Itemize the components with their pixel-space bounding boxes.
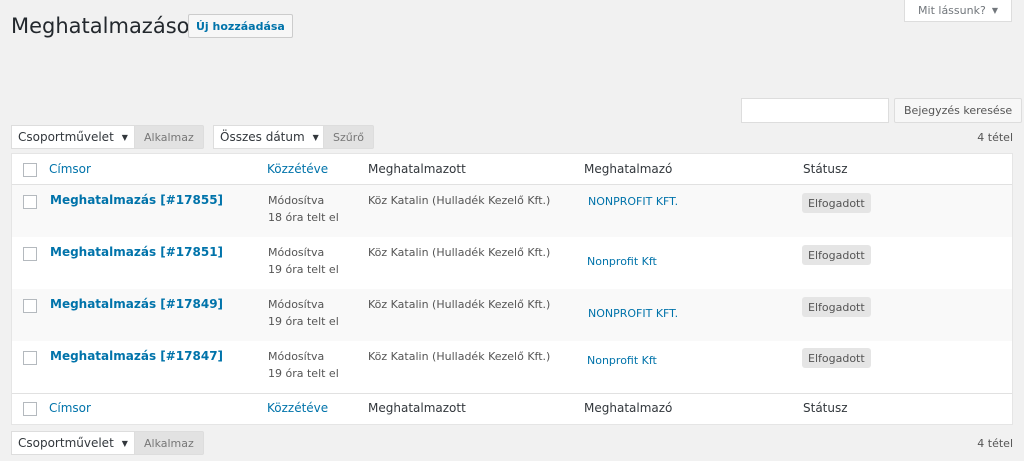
apply-button-bottom[interactable]: Alkalmaz [134, 431, 204, 455]
column-date-header[interactable]: Közzétéve [267, 161, 328, 178]
column-principal-footer: Meghatalmazó [584, 401, 673, 415]
status-badge: Elfogadott [802, 245, 871, 265]
row-date-ago: 18 óra telt el [268, 211, 339, 224]
row-agent: Köz Katalin (Hulladék Kezelő Kft.) [368, 350, 551, 363]
caret-down-icon: ▼ [312, 132, 319, 142]
column-principal-header: Meghatalmazó [584, 162, 673, 176]
status-badge: Elfogadott [802, 193, 871, 213]
column-title-footer[interactable]: Címsor [49, 400, 91, 417]
row-date-ago: 19 óra telt el [268, 315, 339, 328]
row-title-link[interactable]: Meghatalmazás [#17855] [50, 192, 223, 209]
select-all-checkbox[interactable] [23, 163, 37, 177]
date-filter-value: Összes dátum [220, 130, 305, 144]
row-agent: Köz Katalin (Hulladék Kezelő Kft.) [368, 246, 551, 259]
row-checkbox[interactable] [23, 195, 37, 209]
column-date-footer[interactable]: Közzétéve [267, 400, 328, 417]
item-count-bottom: 4 tétel [977, 437, 1013, 450]
caret-down-icon: ▼ [121, 132, 128, 142]
caret-down-icon: ▼ [991, 6, 998, 15]
row-agent: Köz Katalin (Hulladék Kezelő Kft.) [368, 298, 551, 311]
row-date-status: Módosítva [268, 350, 325, 363]
row-checkbox[interactable] [23, 247, 37, 261]
row-principal-link[interactable]: NONPROFIT KFT. [588, 193, 678, 210]
column-title-header[interactable]: Címsor [49, 161, 91, 178]
search-button[interactable]: Bejegyzés keresése [894, 98, 1023, 123]
row-date-ago: 19 óra telt el [268, 367, 339, 380]
add-new-button[interactable]: Új hozzáadása [188, 14, 293, 38]
status-badge: Elfogadott [802, 297, 871, 317]
search-input[interactable] [741, 98, 889, 123]
row-date-ago: 19 óra telt el [268, 263, 339, 276]
date-filter-select[interactable]: Összes dátum ▼ [213, 125, 326, 149]
bulk-action-value: Csoportművelet [18, 436, 114, 450]
bulk-action-value: Csoportművelet [18, 130, 114, 144]
row-title-link[interactable]: Meghatalmazás [#17847] [50, 348, 223, 365]
row-principal-link[interactable]: Nonprofit Kft [587, 253, 657, 270]
table-row: Meghatalmazás [#17855] Módosítva 18 óra … [12, 185, 1012, 237]
item-count-top: 4 tétel [977, 131, 1013, 144]
column-status-footer: Státusz [803, 401, 848, 415]
row-title-link[interactable]: Meghatalmazás [#17849] [50, 296, 223, 313]
row-date-status: Módosítva [268, 246, 325, 259]
bulk-action-select-top[interactable]: Csoportművelet ▼ [11, 125, 135, 149]
screen-options-label: Mit lássunk? [918, 4, 986, 17]
column-status-header: Státusz [803, 162, 848, 176]
table-header-row: Címsor Közzétéve Meghatalmazott Meghatal… [12, 154, 1012, 185]
row-principal-link[interactable]: NONPROFIT KFT. [588, 305, 678, 322]
table-footer-row: Címsor Közzétéve Meghatalmazott Meghatal… [12, 393, 1012, 424]
table-row: Meghatalmazás [#17847] Módosítva 19 óra … [12, 341, 1012, 393]
table-row: Meghatalmazás [#17851] Módosítva 19 óra … [12, 237, 1012, 289]
row-date-status: Módosítva [268, 298, 325, 311]
row-checkbox[interactable] [23, 351, 37, 365]
row-title-link[interactable]: Meghatalmazás [#17851] [50, 244, 223, 261]
row-checkbox[interactable] [23, 299, 37, 313]
apply-button-top[interactable]: Alkalmaz [134, 125, 204, 149]
select-all-checkbox[interactable] [23, 402, 37, 416]
row-agent: Köz Katalin (Hulladék Kezelő Kft.) [368, 194, 551, 207]
table-row: Meghatalmazás [#17849] Módosítva 19 óra … [12, 289, 1012, 341]
screen-options-button[interactable]: Mit lássunk? ▼ [904, 0, 1012, 22]
row-date-status: Módosítva [268, 194, 325, 207]
page-title: Meghatalmazások [11, 14, 202, 38]
status-badge: Elfogadott [802, 348, 871, 368]
row-principal-link[interactable]: Nonprofit Kft [587, 352, 657, 369]
posts-table: Címsor Közzétéve Meghatalmazott Meghatal… [11, 153, 1013, 425]
column-agent-header: Meghatalmazott [368, 162, 466, 176]
bulk-action-select-bottom[interactable]: Csoportművelet ▼ [11, 431, 135, 455]
column-agent-footer: Meghatalmazott [368, 401, 466, 415]
filter-button[interactable]: Szűrő [323, 125, 374, 149]
caret-down-icon: ▼ [121, 438, 128, 448]
